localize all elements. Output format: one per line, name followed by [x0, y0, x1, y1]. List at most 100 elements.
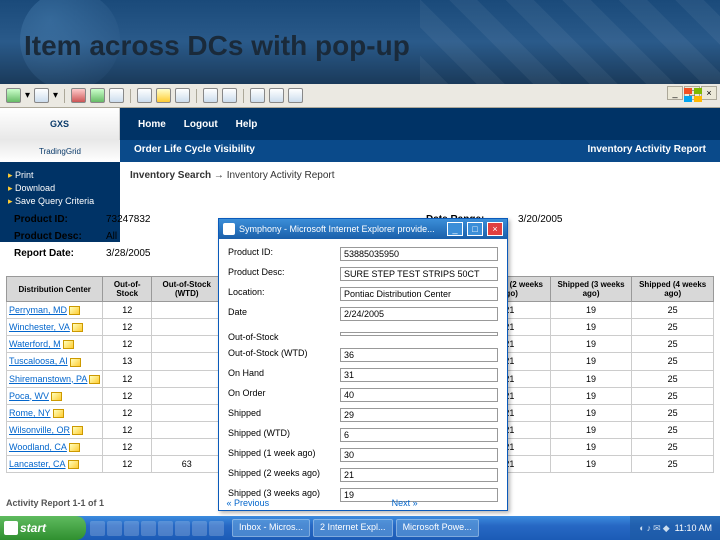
popup-minimize[interactable]: _	[447, 222, 463, 236]
popup-value: 31	[340, 368, 498, 382]
note-icon[interactable]	[53, 409, 64, 418]
search-icon[interactable]	[137, 88, 152, 103]
popup-value: 40	[340, 388, 498, 402]
col-oos[interactable]: Out-of-Stock	[103, 277, 152, 302]
col-ship4[interactable]: Shipped (4 weeks ago)	[632, 277, 714, 302]
home-icon[interactable]	[109, 88, 124, 103]
popup-product-id: 53885035950	[340, 247, 498, 261]
slide-header: Item across DCs with pop-up	[0, 0, 720, 84]
sidebar-download[interactable]: ▸ Download	[8, 183, 112, 194]
dc-cell[interactable]: Lancaster, CA	[7, 456, 103, 473]
ql-icon[interactable]	[141, 521, 156, 536]
world-graphic	[420, 0, 720, 84]
product-desc-label: Product Desc:	[10, 229, 100, 244]
ql-icon[interactable]	[175, 521, 190, 536]
popup-value: 30	[340, 448, 498, 462]
col-ship3[interactable]: Shipped (3 weeks ago)	[550, 277, 632, 302]
popup-value	[340, 332, 498, 336]
taskbar-task[interactable]: Microsoft Powe...	[396, 519, 479, 537]
nav-logout[interactable]: Logout	[184, 119, 218, 130]
ql-icon[interactable]	[124, 521, 139, 536]
stop-icon[interactable]	[71, 88, 86, 103]
popup-value: 36	[340, 348, 498, 362]
windows-flag-icon	[684, 88, 702, 102]
prev-link[interactable]: « Previous	[227, 498, 270, 508]
note-icon[interactable]	[68, 460, 79, 469]
start-button[interactable]: start	[0, 516, 86, 540]
popup-close[interactable]: ×	[487, 222, 503, 236]
breadcrumb: Inventory Search → Inventory Activity Re…	[130, 170, 335, 181]
popup-product-desc: SURE STEP TEST STRIPS 50CT	[340, 267, 498, 281]
ql-icon[interactable]	[90, 521, 105, 536]
dc-cell[interactable]: Tuscaloosa, AI	[7, 353, 103, 370]
popup-window: Symphony - Microsoft Internet Explorer p…	[218, 218, 508, 511]
product-id-label: Product ID:	[10, 212, 100, 227]
nav-home[interactable]: Home	[138, 119, 166, 130]
popup-title-text: Symphony - Microsoft Internet Explorer p…	[239, 224, 443, 234]
col-dc[interactable]: Distribution Center	[7, 277, 103, 302]
taskbar-task[interactable]: Inbox - Micros...	[232, 519, 310, 537]
popup-value: 21	[340, 468, 498, 482]
popup-value: 6	[340, 428, 498, 442]
note-icon[interactable]	[72, 323, 83, 332]
sidebar-print[interactable]: ▸ Print	[8, 170, 112, 181]
back-icon[interactable]	[6, 88, 21, 103]
subheader-right: Inventory Activity Report	[573, 140, 720, 162]
popup-date: 2/24/2005	[340, 307, 498, 321]
app-subheader: TradingGrid Order Life Cycle Visibility …	[0, 140, 720, 162]
print-icon[interactable]	[222, 88, 237, 103]
dc-cell[interactable]: Waterford, M	[7, 336, 103, 353]
history-icon[interactable]	[175, 88, 190, 103]
note-icon[interactable]	[72, 426, 83, 435]
minimize-button[interactable]: _	[667, 86, 683, 100]
nav-help[interactable]: Help	[236, 119, 258, 130]
popup-icon	[223, 223, 235, 235]
dc-cell[interactable]: Rome, NY	[7, 404, 103, 421]
ql-icon[interactable]	[209, 521, 224, 536]
dc-cell[interactable]: Shiremanstown, PA	[7, 370, 103, 387]
dc-cell[interactable]: Perryman, MD	[7, 302, 103, 319]
app-top: GXS Home Logout Help	[0, 108, 720, 140]
note-icon[interactable]	[69, 443, 80, 452]
note-icon[interactable]	[69, 306, 80, 315]
dc-cell[interactable]: Poca, WV	[7, 387, 103, 404]
discuss-icon[interactable]	[250, 88, 265, 103]
next-link[interactable]: Next »	[392, 498, 418, 508]
brand-logo: GXS	[0, 108, 120, 140]
refresh-icon[interactable]	[90, 88, 105, 103]
dc-cell[interactable]: Woodland, CA	[7, 439, 103, 456]
system-tray: ◐♪✉◆ 11:10 AM	[630, 516, 720, 540]
forward-icon[interactable]	[34, 88, 49, 103]
slide-title: Item across DCs with pop-up	[24, 30, 410, 62]
brand-sub: TradingGrid	[0, 140, 120, 162]
col-oos_wtd[interactable]: Out-of-Stock (WTD)	[152, 277, 222, 302]
quick-launch	[90, 521, 224, 536]
ql-icon[interactable]	[158, 521, 173, 536]
paging: Activity Report 1-1 of 1 « Previous Next…	[6, 498, 418, 508]
close-button[interactable]: ×	[701, 86, 717, 100]
subheader-left: Order Life Cycle Visibility	[120, 140, 573, 162]
popup-location: Pontiac Distribution Center	[340, 287, 498, 301]
taskbar-task[interactable]: 2 Internet Expl...	[313, 519, 393, 537]
tray-icons[interactable]: ◐♪✉◆	[638, 523, 670, 534]
popup-maximize[interactable]: □	[467, 222, 483, 236]
clock: 11:10 AM	[675, 523, 712, 533]
dc-cell[interactable]: Wilsonville, OR	[7, 421, 103, 438]
note-icon[interactable]	[51, 392, 62, 401]
report-date-label: Report Date:	[10, 246, 100, 261]
note-icon[interactable]	[89, 375, 100, 384]
dc-cell[interactable]: Winchester, VA	[7, 319, 103, 336]
date-range-value: 3/20/2005	[514, 212, 710, 227]
ie-toolbar: ▾ ▾	[0, 84, 720, 108]
ql-icon[interactable]	[107, 521, 122, 536]
favorites-icon[interactable]	[156, 88, 171, 103]
note-icon[interactable]	[70, 358, 81, 367]
popup-titlebar[interactable]: Symphony - Microsoft Internet Explorer p…	[219, 219, 507, 239]
ql-icon[interactable]	[192, 521, 207, 536]
sidebar-save-query[interactable]: ▸ Save Query Criteria	[8, 196, 112, 207]
research-icon[interactable]	[288, 88, 303, 103]
mail-icon[interactable]	[203, 88, 218, 103]
messenger-icon[interactable]	[269, 88, 284, 103]
note-icon[interactable]	[63, 340, 74, 349]
taskbar: start Inbox - Micros...2 Internet Expl..…	[0, 516, 720, 540]
